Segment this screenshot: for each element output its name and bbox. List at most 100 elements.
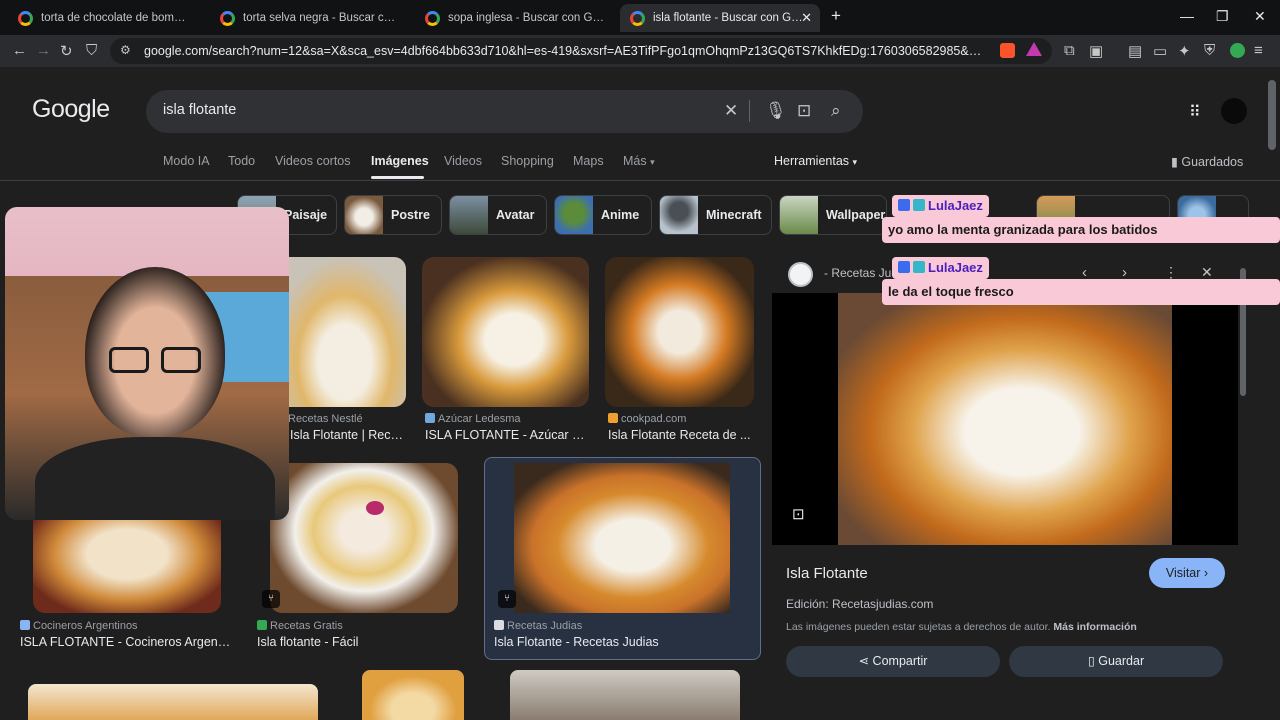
share-button[interactable]: ⋖ Compartir (786, 646, 1000, 677)
site-favicon-icon (608, 413, 618, 423)
badge-icon (913, 261, 925, 273)
chip-postre[interactable]: Postre (344, 195, 442, 235)
result-image-4[interactable] (33, 515, 221, 613)
preview-title[interactable]: Isla Flotante (786, 565, 868, 582)
flower-garnish (366, 501, 384, 515)
saved-label: Guardados (1181, 155, 1244, 169)
minimize-icon[interactable]: — (1180, 8, 1194, 24)
leo-ai-icon[interactable]: ✦ (1178, 42, 1191, 60)
result-source-4[interactable]: Cocineros Argentinos (20, 620, 138, 632)
site-favicon-icon (494, 620, 504, 630)
source-label: Cocineros Argentinos (33, 620, 138, 632)
apps-icon[interactable]: ⠿ (1189, 102, 1201, 122)
restore-icon[interactable]: ❐ (1216, 8, 1229, 25)
google-logo[interactable]: Google (32, 95, 110, 124)
tab-active[interactable]: isla flotante - Buscar con Google ✕ (620, 4, 820, 32)
back-icon[interactable]: ← (12, 42, 27, 59)
result-image-8[interactable] (362, 670, 464, 720)
result-title-1[interactable]: Isla Flotante | Recetas... (290, 428, 408, 442)
avatar[interactable] (1221, 98, 1247, 124)
result-image-9[interactable] (510, 670, 740, 720)
site-logo-icon[interactable] (788, 262, 813, 287)
tab-2[interactable]: torta selva negra - Buscar con Googl (210, 4, 406, 32)
tab-mas[interactable]: Más ▾ (623, 154, 655, 168)
chat-username: LulaJaez (892, 195, 989, 217)
close-window-icon[interactable]: ✕ (1254, 8, 1266, 25)
site-settings-icon[interactable]: ⚙ (120, 43, 131, 57)
tab-todo[interactable]: Todo (228, 154, 255, 168)
chip-minecraft[interactable]: Minecraft (659, 195, 772, 235)
result-image-6[interactable] (514, 463, 730, 613)
tab-modo-ia[interactable]: Modo IA (163, 154, 210, 168)
result-image-3[interactable] (605, 257, 754, 407)
search-icon[interactable]: ⌕ (831, 101, 841, 121)
new-tab-button[interactable]: + (831, 6, 841, 26)
preview-image[interactable] (838, 293, 1172, 545)
result-source-5[interactable]: Recetas Gratis (257, 620, 343, 632)
more-info-link[interactable]: Más información (1053, 621, 1136, 633)
vpn-icon[interactable]: ⛨ (1204, 42, 1215, 59)
chip-thumbnail (780, 196, 818, 234)
preview-image-frame[interactable]: ⊡ (772, 293, 1238, 545)
tab-maps[interactable]: Maps (573, 154, 604, 168)
clear-icon[interactable]: ✕ (724, 101, 738, 121)
visit-button[interactable]: Visitar › (1149, 558, 1225, 588)
close-tab-icon[interactable]: ✕ (801, 10, 812, 26)
webcam-overlay (5, 207, 289, 520)
visit-label: Visitar (1165, 566, 1201, 580)
sidebar-icon[interactable]: ▤ (1128, 42, 1142, 60)
badge-icon (898, 199, 910, 211)
result-source-1[interactable]: Recetas Nestlé (288, 413, 363, 425)
wallet-icon[interactable]: ▭ (1153, 42, 1167, 60)
url-text[interactable]: google.com/search?num=12&sa=X&sca_esv=4d… (144, 44, 984, 58)
result-image-5[interactable] (270, 463, 458, 613)
result-image-7[interactable] (28, 684, 318, 720)
chip-thumbnail (345, 196, 383, 234)
chip-avatar[interactable]: Avatar (449, 195, 547, 235)
address-bar[interactable]: ⚙ google.com/search?num=12&sa=X&sca_esv=… (110, 38, 1052, 64)
tab-title: torta de chocolate de bombay - Busc (41, 12, 190, 24)
tab-videos-cortos[interactable]: Videos cortos (275, 154, 351, 168)
menu-icon[interactable]: ≡ (1254, 42, 1263, 59)
brave-shields-icon[interactable] (1000, 43, 1015, 58)
divider (749, 100, 750, 122)
tab-videos[interactable]: Videos (444, 154, 482, 168)
result-title-5[interactable]: Isla flotante - Fácil (257, 635, 457, 649)
chip-wallpaper[interactable]: Wallpaper (779, 195, 887, 235)
extensions-icon[interactable]: ⧉ (1064, 42, 1075, 59)
lens-search-icon[interactable]: ⊡ (792, 505, 805, 523)
search-box[interactable]: isla flotante ✕ 🎙 ⊡ ⌕ (146, 90, 863, 133)
chip-anime[interactable]: Anime (554, 195, 652, 235)
result-title-4[interactable]: ISLA FLOTANTE - Cocineros Argenti... (20, 635, 232, 649)
brave-rewards-icon[interactable] (1026, 42, 1042, 56)
tab-1[interactable]: torta de chocolate de bombay - Busc (8, 4, 200, 32)
microphone-icon[interactable]: 🎙 (765, 101, 787, 121)
source-label: cookpad.com (621, 413, 687, 425)
profile-icon[interactable] (1230, 43, 1245, 58)
result-source-6[interactable]: Recetas Judias (494, 620, 582, 632)
reload-icon[interactable]: ↻ (60, 42, 73, 60)
saved-button[interactable]: ▮ Guardados (1171, 154, 1243, 169)
result-image-1[interactable] (270, 257, 406, 407)
search-input[interactable]: isla flotante (163, 102, 236, 118)
tab-3[interactable]: sopa inglesa - Buscar con Google (415, 4, 615, 32)
result-image-2[interactable] (422, 257, 589, 407)
source-label: Azúcar Ledesma (438, 413, 521, 425)
page-scrollbar[interactable] (1268, 80, 1276, 150)
lens-icon[interactable]: ⊡ (797, 101, 811, 121)
result-title-3[interactable]: Isla Flotante Receta de ... (608, 428, 756, 442)
tab-imagenes[interactable]: Imágenes (371, 154, 429, 168)
result-title-2[interactable]: ISLA FLOTANTE - Azúcar L... (425, 428, 589, 442)
result-source-3[interactable]: cookpad.com (608, 413, 686, 425)
result-title-6[interactable]: Isla Flotante - Recetas Judias (494, 635, 754, 649)
chip-label: Paisaje (284, 208, 328, 222)
bookmark-icon[interactable]: ⛉ (86, 42, 97, 59)
tools-button[interactable]: Herramientas ▾ (774, 154, 857, 168)
result-source-2[interactable]: Azúcar Ledesma (425, 413, 521, 425)
save-button[interactable]: ▯ Guardar (1009, 646, 1223, 677)
tab-shopping[interactable]: Shopping (501, 154, 554, 168)
site-favicon-icon (425, 413, 435, 423)
tab-search-icon[interactable]: ▣ (1089, 42, 1103, 60)
tab-mas-label: Más (623, 154, 647, 168)
forward-icon[interactable]: → (36, 42, 51, 59)
